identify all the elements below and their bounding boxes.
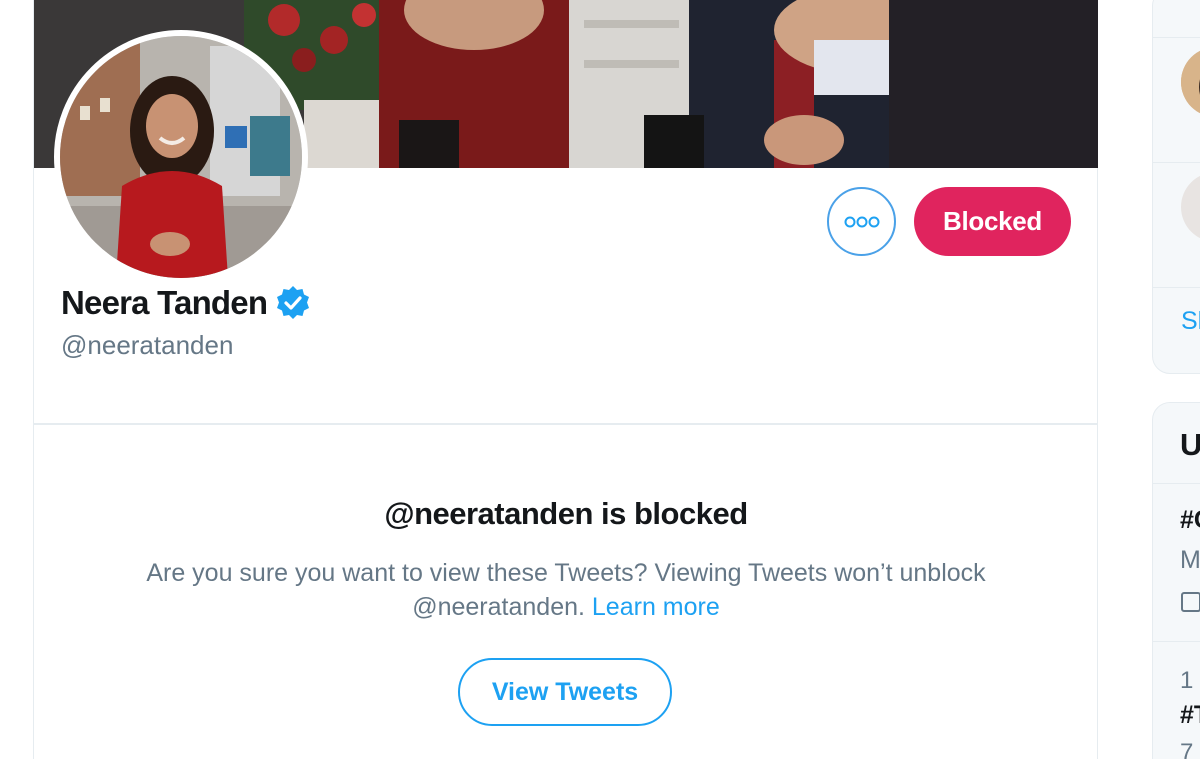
who-to-follow-card: Sh bbox=[1152, 0, 1200, 374]
profile-handle: @neeratanden bbox=[61, 330, 234, 360]
profile-display-name: Neera Tanden bbox=[61, 284, 311, 322]
profile-column: Blocked Neera Tanden @neeratanden @neera… bbox=[33, 0, 1098, 759]
trend-item-tag[interactable]: #C bbox=[1180, 506, 1200, 535]
blocked-notice-description: Are you sure you want to view these Twee… bbox=[114, 556, 1018, 624]
show-more-link[interactable]: Sh bbox=[1181, 307, 1200, 336]
promoted-icon bbox=[1181, 592, 1200, 612]
display-name-text: Neera Tanden bbox=[61, 284, 268, 321]
suggested-user-avatar[interactable] bbox=[1181, 172, 1200, 242]
verified-badge-icon bbox=[277, 286, 310, 319]
trends-header: U bbox=[1180, 427, 1200, 463]
card-separator bbox=[1153, 37, 1200, 38]
trend-tweet-count: 7 bbox=[1180, 739, 1194, 759]
trend-item-tag[interactable]: #T bbox=[1180, 701, 1200, 730]
more-options-icon bbox=[844, 216, 879, 227]
card-separator bbox=[1153, 287, 1200, 288]
blocked-notice-title: @neeratanden is blocked bbox=[384, 496, 748, 531]
trends-card: U #C M 1 #T 7 bbox=[1152, 402, 1200, 759]
view-tweets-button[interactable]: View Tweets bbox=[458, 658, 672, 726]
section-divider bbox=[34, 423, 1098, 425]
suggested-user-avatar[interactable] bbox=[1181, 47, 1200, 117]
blocked-notice-text: Are you sure you want to view these Twee… bbox=[146, 559, 986, 621]
blocked-button[interactable]: Blocked bbox=[914, 187, 1071, 256]
card-separator bbox=[1153, 641, 1200, 642]
more-options-button[interactable] bbox=[827, 187, 896, 256]
twitter-profile-page: Blocked Neera Tanden @neeratanden @neera… bbox=[0, 0, 1200, 759]
card-separator bbox=[1153, 483, 1200, 484]
card-separator bbox=[1153, 162, 1200, 163]
profile-avatar[interactable] bbox=[54, 30, 308, 284]
trend-item-meta: M bbox=[1180, 546, 1200, 574]
trend-rank: 1 bbox=[1180, 667, 1194, 694]
learn-more-link[interactable]: Learn more bbox=[592, 593, 720, 621]
